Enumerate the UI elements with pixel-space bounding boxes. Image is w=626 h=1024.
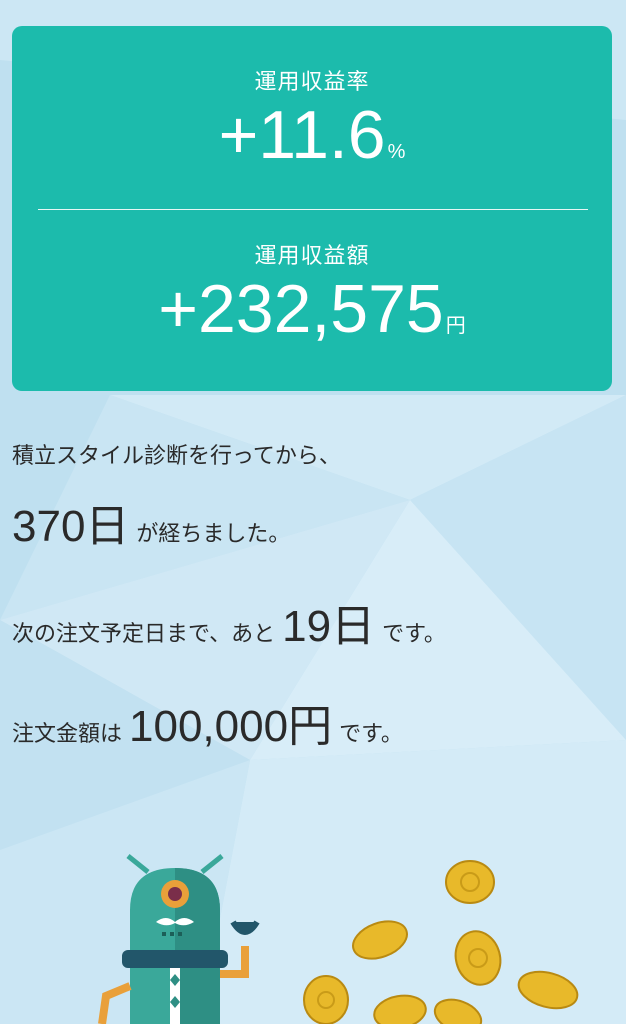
next-order-days: 19日 bbox=[282, 602, 376, 651]
order-amount-line: 注文金額は 100,000円 です。 bbox=[12, 690, 403, 754]
next-order-suffix: です。 bbox=[382, 622, 446, 647]
elapsed-days: 370日 bbox=[12, 502, 130, 551]
card-divider bbox=[38, 209, 588, 210]
gold-coin-icon bbox=[303, 860, 579, 1024]
robot-mascot-icon bbox=[98, 854, 260, 1024]
elapsed-days-suffix: が経ちました。 bbox=[136, 522, 291, 547]
return-amount-unit: 円 bbox=[445, 315, 466, 337]
return-rate-value: +11.6% bbox=[12, 96, 612, 174]
elapsed-days-line: 370日 が経ちました。 bbox=[12, 490, 290, 554]
next-order-prefix: 次の注文予定日まで、あと bbox=[12, 622, 276, 647]
returns-card: 運用収益率 +11.6% 運用収益額 +232,575 円 bbox=[12, 26, 612, 391]
return-rate-unit: % bbox=[387, 141, 406, 163]
order-amount-value: 100,000円 bbox=[129, 702, 333, 751]
return-amount-value: +232,575 円 bbox=[12, 270, 612, 348]
return-amount-label: 運用収益額 bbox=[254, 244, 370, 269]
order-amount-prefix: 注文金額は bbox=[12, 722, 123, 747]
diagnosis-text: 積立スタイル診断を行ってから、 bbox=[12, 444, 341, 469]
order-amount-suffix: です。 bbox=[339, 722, 403, 747]
return-amount-number: +232,575 bbox=[158, 271, 444, 347]
next-order-line: 次の注文予定日まで、あと 19日 です。 bbox=[12, 590, 446, 654]
return-rate-label: 運用収益率 bbox=[254, 70, 370, 95]
return-rate-number: +11.6 bbox=[218, 97, 386, 173]
